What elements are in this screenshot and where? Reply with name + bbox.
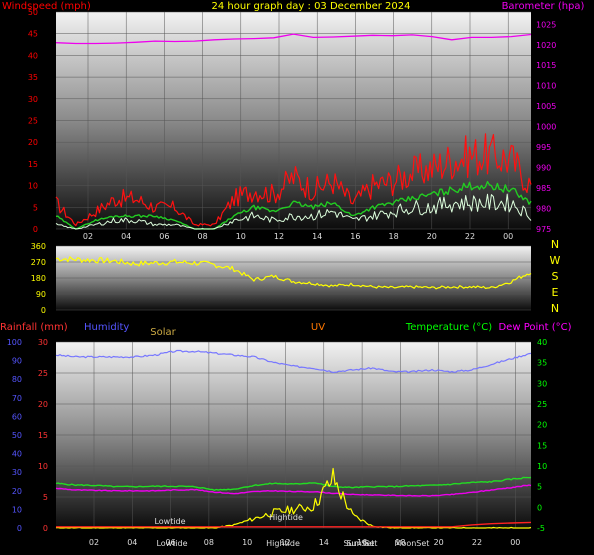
barometer-y-tick: 975 (536, 225, 551, 234)
humidity-y-tick: 90 (12, 357, 22, 366)
direction-y-tick: 90 (36, 290, 46, 299)
chart-title: 24 hour graph day : 03 December 2024 (212, 1, 411, 12)
direction-y-tick: 0 (41, 306, 46, 315)
barometer-y-tick: 985 (536, 184, 551, 193)
solar-axis-label: Solar (150, 327, 176, 338)
rainfall-y-tick: 20 (38, 400, 48, 409)
wind-x-tick: 22 (465, 232, 475, 241)
humidity-y-tick: 10 (12, 505, 22, 514)
compass-point-label: N (551, 238, 559, 251)
sun-annotation: Sun Set (347, 539, 378, 548)
barometer-y-tick: 995 (536, 143, 551, 152)
barometer-axis-label: Barometer (hpa) (502, 1, 585, 12)
temperature-y-tick: 40 (537, 338, 547, 347)
compass-point-label: N (551, 302, 559, 315)
wind-y-tick: 20 (28, 138, 38, 147)
env-x-tick: 08 (204, 538, 214, 547)
env-x-tick: 14 (319, 538, 329, 547)
humidity-y-tick: 70 (12, 394, 22, 403)
barometer-y-tick: 1005 (536, 102, 556, 111)
wind-y-tick: 10 (28, 182, 38, 191)
wind-x-tick: 06 (159, 232, 169, 241)
wind-y-tick: 40 (28, 51, 38, 60)
env-x-tick: 22 (472, 538, 482, 547)
direction-y-tick: 180 (31, 274, 46, 283)
wind-y-tick: 25 (28, 117, 38, 126)
temperature-y-tick: 25 (537, 400, 547, 409)
temperature-y-tick: 10 (537, 462, 547, 471)
humidity-y-tick: 40 (12, 450, 22, 459)
rainfall-y-tick: 30 (38, 338, 48, 347)
env-x-tick: 02 (89, 538, 99, 547)
env-x-tick: 00 (510, 538, 520, 547)
temperature-y-tick: 5 (537, 483, 542, 492)
barometer-y-tick: 1025 (536, 20, 556, 29)
temperature-axis-label: Temperature (°C) (405, 322, 492, 333)
humidity-y-tick: 20 (12, 487, 22, 496)
tide-annotation: Hightide (269, 513, 303, 522)
compass-point-label: W (550, 254, 561, 267)
wind-x-tick: 12 (274, 232, 284, 241)
temperature-y-tick: 30 (537, 379, 547, 388)
direction-y-tick: 360 (31, 242, 46, 251)
humidity-y-tick: 60 (12, 412, 22, 421)
humidity-y-tick: 0 (17, 524, 22, 533)
wind-x-tick: 08 (198, 232, 208, 241)
wind-x-tick: 18 (389, 232, 399, 241)
wind-x-tick: 02 (83, 232, 93, 241)
windspeed-axis-label: Windspeed (mph) (2, 1, 91, 12)
wind-x-tick: 04 (121, 232, 131, 241)
wind-x-tick: 20 (427, 232, 437, 241)
wind-x-tick: 10 (236, 232, 246, 241)
temperature-y-tick: 0 (537, 503, 542, 512)
wind-x-tick: 14 (312, 232, 322, 241)
wind-y-tick: 35 (28, 73, 38, 82)
compass-point-label: E (552, 286, 559, 299)
weather-graph: 0510152025303540455097598098599099510001… (0, 1, 585, 548)
tide-annotation: Lowtide (156, 539, 187, 548)
wind-y-tick: 0 (33, 225, 38, 234)
temperature-y-tick: 15 (537, 441, 547, 450)
env-x-tick: 20 (434, 538, 444, 547)
tide-annotation: Hightide (266, 539, 300, 548)
tide-annotation: Lowtide (154, 517, 185, 526)
env-x-tick: 04 (127, 538, 137, 547)
uv-axis-label: UV (311, 322, 325, 333)
dew-point-axis-label: Dew Point (°C) (498, 322, 571, 333)
humidity-y-tick: 30 (12, 468, 22, 477)
barometer-y-tick: 980 (536, 205, 551, 214)
barometer-y-tick: 1000 (536, 123, 556, 132)
wind-y-tick: 30 (28, 95, 38, 104)
temperature-y-tick: 35 (537, 359, 547, 368)
wind-y-tick: 15 (28, 160, 38, 169)
barometer-y-tick: 1010 (536, 82, 556, 91)
humidity-y-tick: 50 (12, 431, 22, 440)
humidity-axis-label: Humidity (84, 322, 129, 333)
rainfall-y-tick: 10 (38, 462, 48, 471)
temperature-y-tick: -5 (537, 524, 545, 533)
barometer-y-tick: 1015 (536, 61, 556, 70)
rainfall-y-tick: 25 (38, 369, 48, 378)
wind-y-tick: 5 (33, 203, 38, 212)
moon-annotation: MoonSet (395, 539, 430, 548)
rainfall-axis-label: Rainfall (mm) (0, 322, 68, 333)
barometer-y-tick: 1020 (536, 41, 556, 50)
env-x-tick: 10 (242, 538, 252, 547)
compass-point-label: S (552, 270, 559, 283)
temperature-y-tick: 20 (537, 421, 547, 430)
wind-y-tick: 45 (28, 30, 38, 39)
rainfall-y-tick: 0 (43, 524, 48, 533)
humidity-y-tick: 80 (12, 375, 22, 384)
humidity-y-tick: 100 (7, 338, 22, 347)
rainfall-y-tick: 5 (43, 493, 48, 502)
rainfall-y-tick: 15 (38, 431, 48, 440)
direction-y-tick: 270 (31, 258, 46, 267)
wind-x-tick: 00 (503, 232, 513, 241)
barometer-y-tick: 990 (536, 164, 551, 173)
wind-x-tick: 16 (350, 232, 360, 241)
